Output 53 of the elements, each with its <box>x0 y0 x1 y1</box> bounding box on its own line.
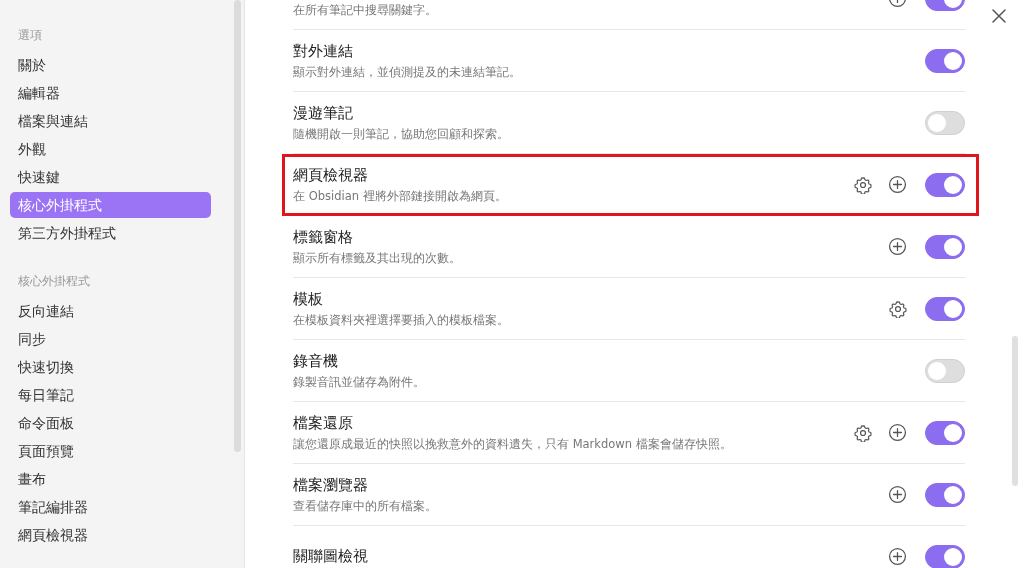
sidebar-item[interactable]: 筆記編排器 <box>10 494 211 520</box>
toggle-switch[interactable] <box>925 296 965 321</box>
sidebar-item[interactable]: 畫布 <box>10 466 211 492</box>
toggle-switch[interactable] <box>925 234 965 259</box>
toggle-switch[interactable] <box>925 544 965 568</box>
plugin-description: 顯示所有標籤及其出現的次數。 <box>293 250 461 267</box>
sidebar-item[interactable]: 關於 <box>10 52 211 78</box>
sidebar-item[interactable]: 頁面預覽 <box>10 438 211 464</box>
plugin-title: 檔案瀏覽器 <box>293 475 368 495</box>
scrollbar[interactable] <box>1012 336 1018 486</box>
plugin-title: 檔案還原 <box>293 413 353 433</box>
plugin-title: 模板 <box>293 289 323 309</box>
plugin-title: 關聯圖檢視 <box>293 546 368 566</box>
settings-icon[interactable] <box>854 423 872 442</box>
scrollbar[interactable] <box>234 0 241 452</box>
section-heading: 核心外掛程式 <box>17 273 90 290</box>
plugin-title: 對外連結 <box>293 41 353 61</box>
plugin-description: 錄製音訊並儲存為附件。 <box>293 374 425 391</box>
sidebar-item[interactable]: 命令面板 <box>10 410 211 436</box>
plugin-description: 在 Obsidian 裡將外部鏈接開啟為網頁。 <box>293 188 507 205</box>
toggle-switch[interactable] <box>925 172 965 197</box>
settings-icon[interactable] <box>854 175 872 194</box>
sidebar-item[interactable]: 同步 <box>10 326 211 352</box>
add-icon[interactable] <box>888 485 907 504</box>
plugin-description: 在模板資料夾裡選擇要插入的模板檔案。 <box>293 312 509 329</box>
close-icon[interactable] <box>992 9 1006 23</box>
plugin-title: 網頁檢視器 <box>293 165 368 185</box>
sidebar-item[interactable]: 快速鍵 <box>10 164 211 190</box>
sidebar-item[interactable]: 外觀 <box>10 136 211 162</box>
sidebar-item[interactable]: 檔案與連結 <box>10 108 211 134</box>
plugin-title: 錄音機 <box>293 351 338 371</box>
plugin-description: 顯示對外連結，並偵測提及的未連結筆記。 <box>293 64 521 81</box>
add-icon[interactable] <box>888 423 907 442</box>
plugin-title: 漫遊筆記 <box>293 103 353 123</box>
plugin-description: 讓您還原成最近的快照以挽救意外的資料遺失，只有 Markdown 檔案會儲存快照。 <box>293 436 732 453</box>
sidebar-item[interactable]: 第三方外掛程式 <box>10 220 211 246</box>
sidebar-item[interactable]: 網頁檢視器 <box>10 522 211 548</box>
plugin-description: 查看儲存庫中的所有檔案。 <box>293 498 437 515</box>
toggle-switch[interactable] <box>925 482 965 507</box>
plugin-title: 標籤窗格 <box>293 227 353 247</box>
sidebar-item[interactable]: 每日筆記 <box>10 382 211 408</box>
toggle-switch[interactable] <box>925 420 965 445</box>
section-heading: 選項 <box>17 27 42 44</box>
add-icon[interactable] <box>888 175 907 194</box>
add-icon[interactable] <box>888 237 907 256</box>
sidebar-item[interactable]: 快速切換 <box>10 354 211 380</box>
add-icon[interactable] <box>888 547 907 566</box>
plugin-description: 在所有筆記中搜尋關鍵字。 <box>293 2 437 19</box>
settings-icon[interactable] <box>889 299 907 318</box>
plugin-description: 隨機開啟一則筆記，協助您回顧和探索。 <box>293 126 509 143</box>
sidebar-item[interactable]: 反向連結 <box>10 298 211 324</box>
sidebar-item[interactable]: 編輯器 <box>10 80 211 106</box>
toggle-switch[interactable] <box>925 48 965 73</box>
